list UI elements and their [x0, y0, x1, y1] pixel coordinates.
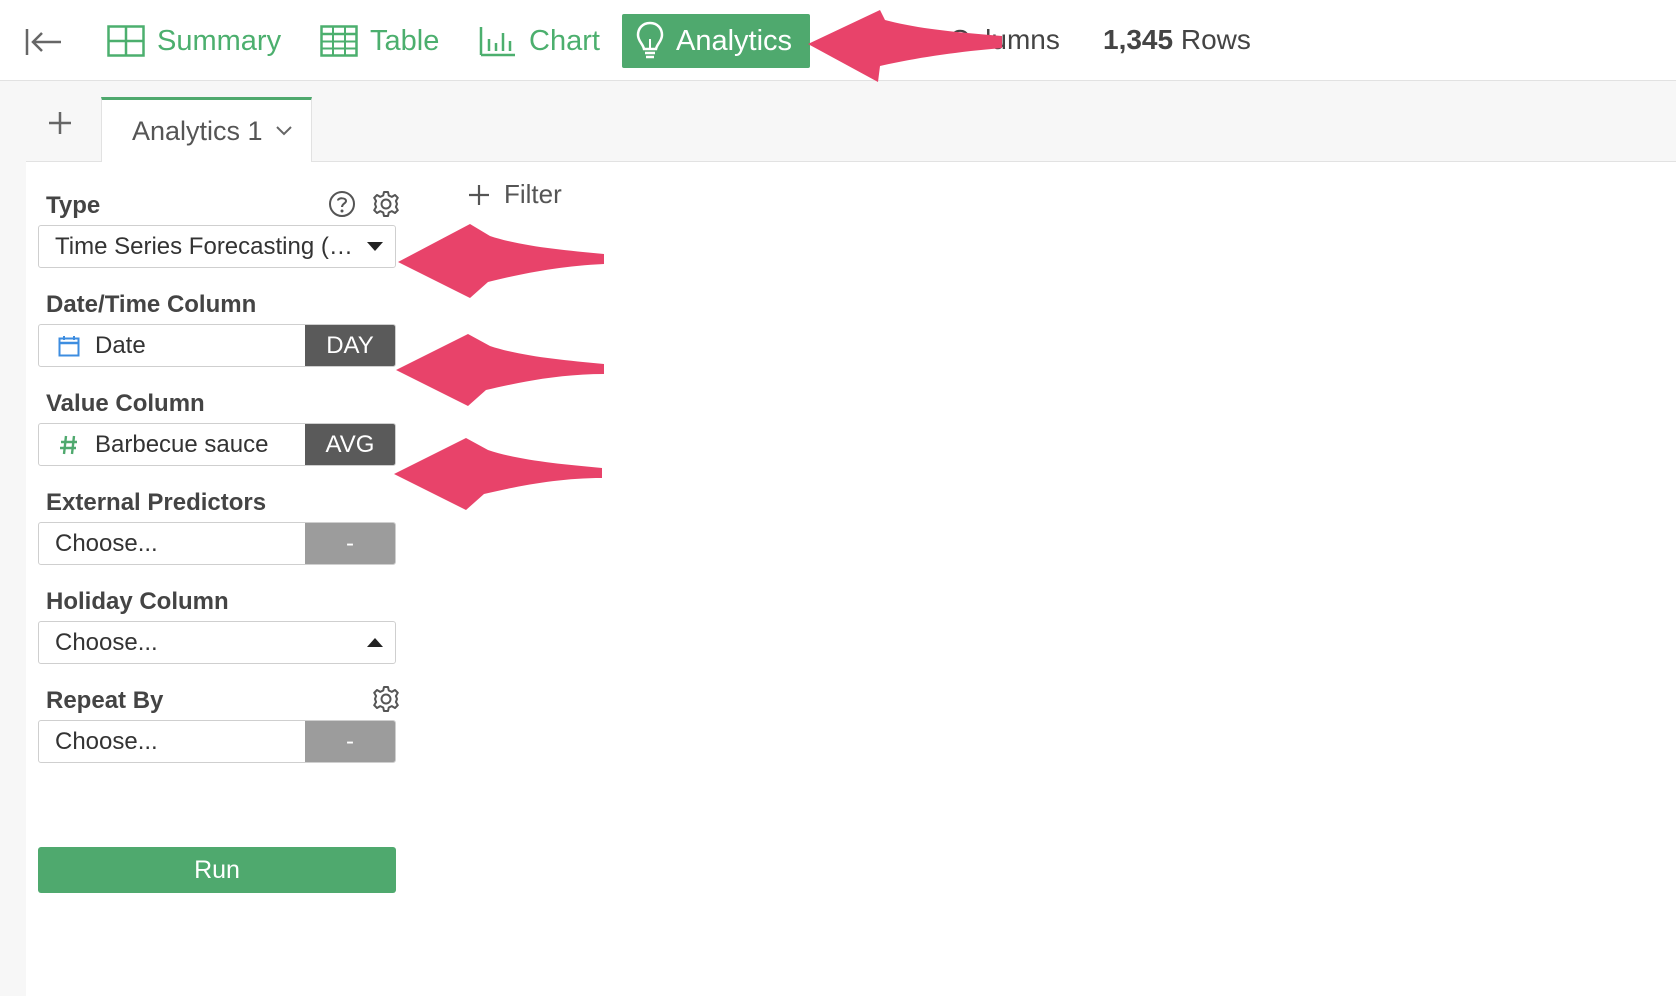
nav-summary[interactable]: Summary: [95, 14, 293, 68]
external-predictors-main[interactable]: Choose...: [39, 523, 305, 564]
external-predictors-select[interactable]: Choose... -: [38, 522, 396, 565]
plus-icon: [49, 112, 71, 134]
type-settings-button[interactable]: [370, 188, 402, 220]
nav-analytics-label: Analytics: [676, 24, 793, 57]
rows-count-label: Rows: [1180, 24, 1251, 55]
lightbulb-icon: [636, 21, 664, 59]
plus-icon: [469, 184, 489, 205]
datetime-column-select[interactable]: Date DAY: [38, 324, 396, 367]
repeat-by-select[interactable]: Choose... -: [38, 720, 396, 763]
top-toolbar: Summary Table Chart Analytics 2 Columns …: [0, 0, 1676, 81]
nav-summary-label: Summary: [157, 24, 282, 57]
collapse-left-icon: [25, 29, 61, 55]
caret-down-icon: [355, 241, 395, 252]
nav-table-label: Table: [370, 24, 440, 57]
nav-chart[interactable]: Chart: [467, 14, 612, 68]
nav-table[interactable]: Table: [308, 14, 451, 68]
summary-grid-icon: [107, 25, 145, 57]
gear-icon: [373, 686, 399, 712]
datetime-column-value: Date: [95, 331, 146, 359]
rows-count-value: 1,345: [1103, 24, 1174, 55]
datetime-unit-button[interactable]: DAY: [305, 325, 395, 366]
holiday-column-label: Holiday Column: [46, 588, 229, 615]
columns-count-label: Columns: [949, 24, 1060, 55]
number-hash-icon: [57, 434, 81, 456]
repeat-by-settings-button[interactable]: [370, 683, 402, 715]
nav-chart-label: Chart: [529, 24, 600, 57]
repeat-by-label: Repeat By: [46, 687, 164, 714]
value-column-label: Value Column: [46, 390, 205, 417]
calendar-icon: [57, 335, 81, 357]
analytics-tab-strip: Analytics 1: [26, 81, 1676, 162]
add-filter-button[interactable]: Filter: [468, 179, 562, 210]
type-select-value: Time Series Forecasting (Prophet): [55, 232, 355, 260]
type-label: Type: [46, 192, 101, 219]
question-circle-icon: [329, 191, 355, 217]
collapse-sidebar-button[interactable]: [24, 22, 64, 62]
table-icon: [320, 25, 358, 57]
nav-analytics[interactable]: Analytics: [622, 14, 810, 68]
holiday-column-select[interactable]: Choose...: [38, 621, 396, 664]
columns-count-value: 2: [926, 24, 942, 55]
columns-count: 2 Columns: [926, 24, 1060, 56]
rows-count: 1,345 Rows: [1103, 24, 1251, 56]
left-gutter: [0, 81, 26, 996]
help-button[interactable]: [326, 188, 358, 220]
tab-analytics-1[interactable]: Analytics 1: [101, 97, 312, 162]
value-aggregation-button[interactable]: AVG: [305, 424, 395, 465]
external-predictors-label: External Predictors: [46, 489, 267, 516]
repeat-by-aggregation-button[interactable]: -: [305, 721, 395, 762]
tab-label: Analytics 1: [132, 115, 263, 146]
datetime-column-label: Date/Time Column: [46, 291, 257, 318]
add-tab-button[interactable]: [42, 105, 78, 141]
holiday-column-placeholder: Choose...: [55, 628, 158, 656]
datetime-column-main[interactable]: Date: [39, 325, 305, 366]
repeat-by-main[interactable]: Choose...: [39, 721, 305, 762]
external-predictors-placeholder: Choose...: [55, 529, 158, 557]
filter-label: Filter: [504, 179, 562, 209]
chevron-down-icon: [275, 126, 292, 136]
bar-chart-icon: [479, 27, 515, 57]
run-button[interactable]: Run: [38, 847, 396, 893]
value-column-select[interactable]: Barbecue sauce AVG: [38, 423, 396, 466]
value-column-main[interactable]: Barbecue sauce: [39, 424, 305, 465]
external-predictors-aggregation-button[interactable]: -: [305, 523, 395, 564]
value-column-value: Barbecue sauce: [95, 430, 269, 458]
type-select[interactable]: Time Series Forecasting (Prophet): [38, 225, 396, 268]
analytics-config-panel: Type Time Series Forecasting (Prophet) D…: [26, 162, 1676, 996]
gear-icon: [373, 191, 399, 217]
caret-up-icon: [355, 637, 395, 648]
repeat-by-placeholder: Choose...: [55, 727, 158, 755]
